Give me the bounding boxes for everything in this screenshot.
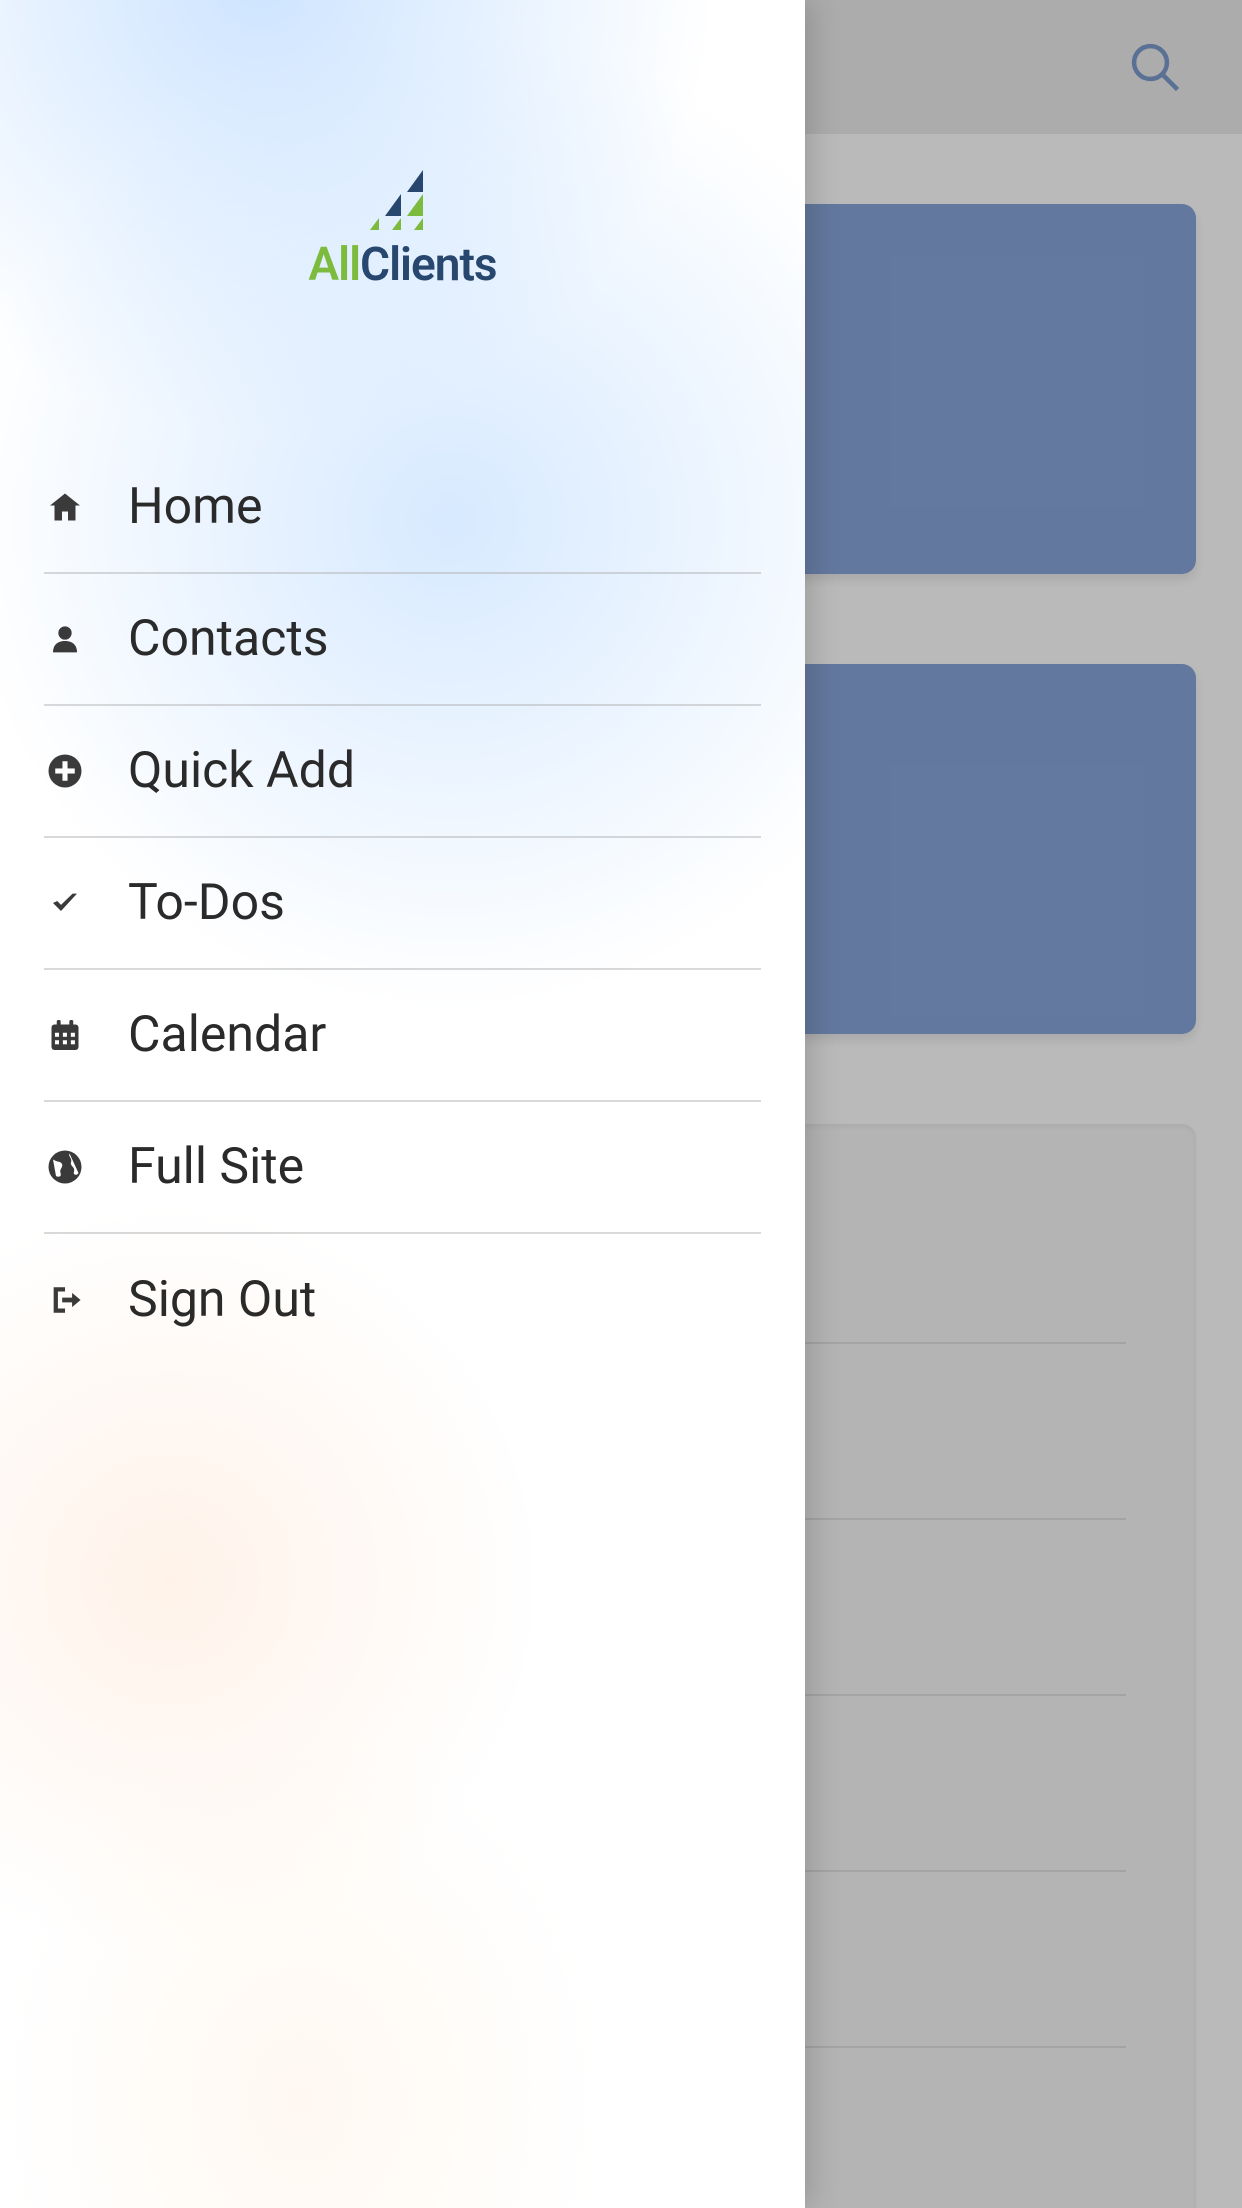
person-icon xyxy=(44,618,86,660)
drawer-item-label: Contacts xyxy=(128,610,329,668)
drawer-item-label: To-Dos xyxy=(128,874,285,932)
drawer-item-label: Full Site xyxy=(128,1138,304,1196)
sign-out-icon xyxy=(44,1279,86,1321)
check-icon xyxy=(44,882,86,924)
drawer-item-calendar[interactable]: Calendar xyxy=(44,970,761,1102)
plus-circle-icon xyxy=(44,750,86,792)
globe-icon xyxy=(44,1146,86,1188)
drawer-item-sign-out[interactable]: Sign Out xyxy=(44,1234,761,1366)
drawer-item-label: Home xyxy=(128,478,263,536)
brand-logo: AllClients xyxy=(0,0,805,442)
drawer-item-label: Calendar xyxy=(128,1006,326,1064)
drawer-item-label: Sign Out xyxy=(128,1271,316,1329)
drawer-item-quick-add[interactable]: Quick Add xyxy=(44,706,761,838)
navigation-drawer: AllClients Home Contacts xyxy=(0,0,805,2208)
logo-text-part2: Clients xyxy=(360,238,497,292)
drawer-item-label: Quick Add xyxy=(128,742,355,800)
home-icon xyxy=(44,486,86,528)
calendar-icon xyxy=(44,1014,86,1056)
logo-mark-icon xyxy=(367,170,437,230)
drawer-item-contacts[interactable]: Contacts xyxy=(44,574,761,706)
drawer-menu: Home Contacts Quick Add xyxy=(0,442,805,1366)
drawer-item-full-site[interactable]: Full Site xyxy=(44,1102,761,1234)
drawer-item-home[interactable]: Home xyxy=(44,442,761,574)
logo-text-part1: All xyxy=(308,238,360,292)
drawer-item-todos[interactable]: To-Dos xyxy=(44,838,761,970)
